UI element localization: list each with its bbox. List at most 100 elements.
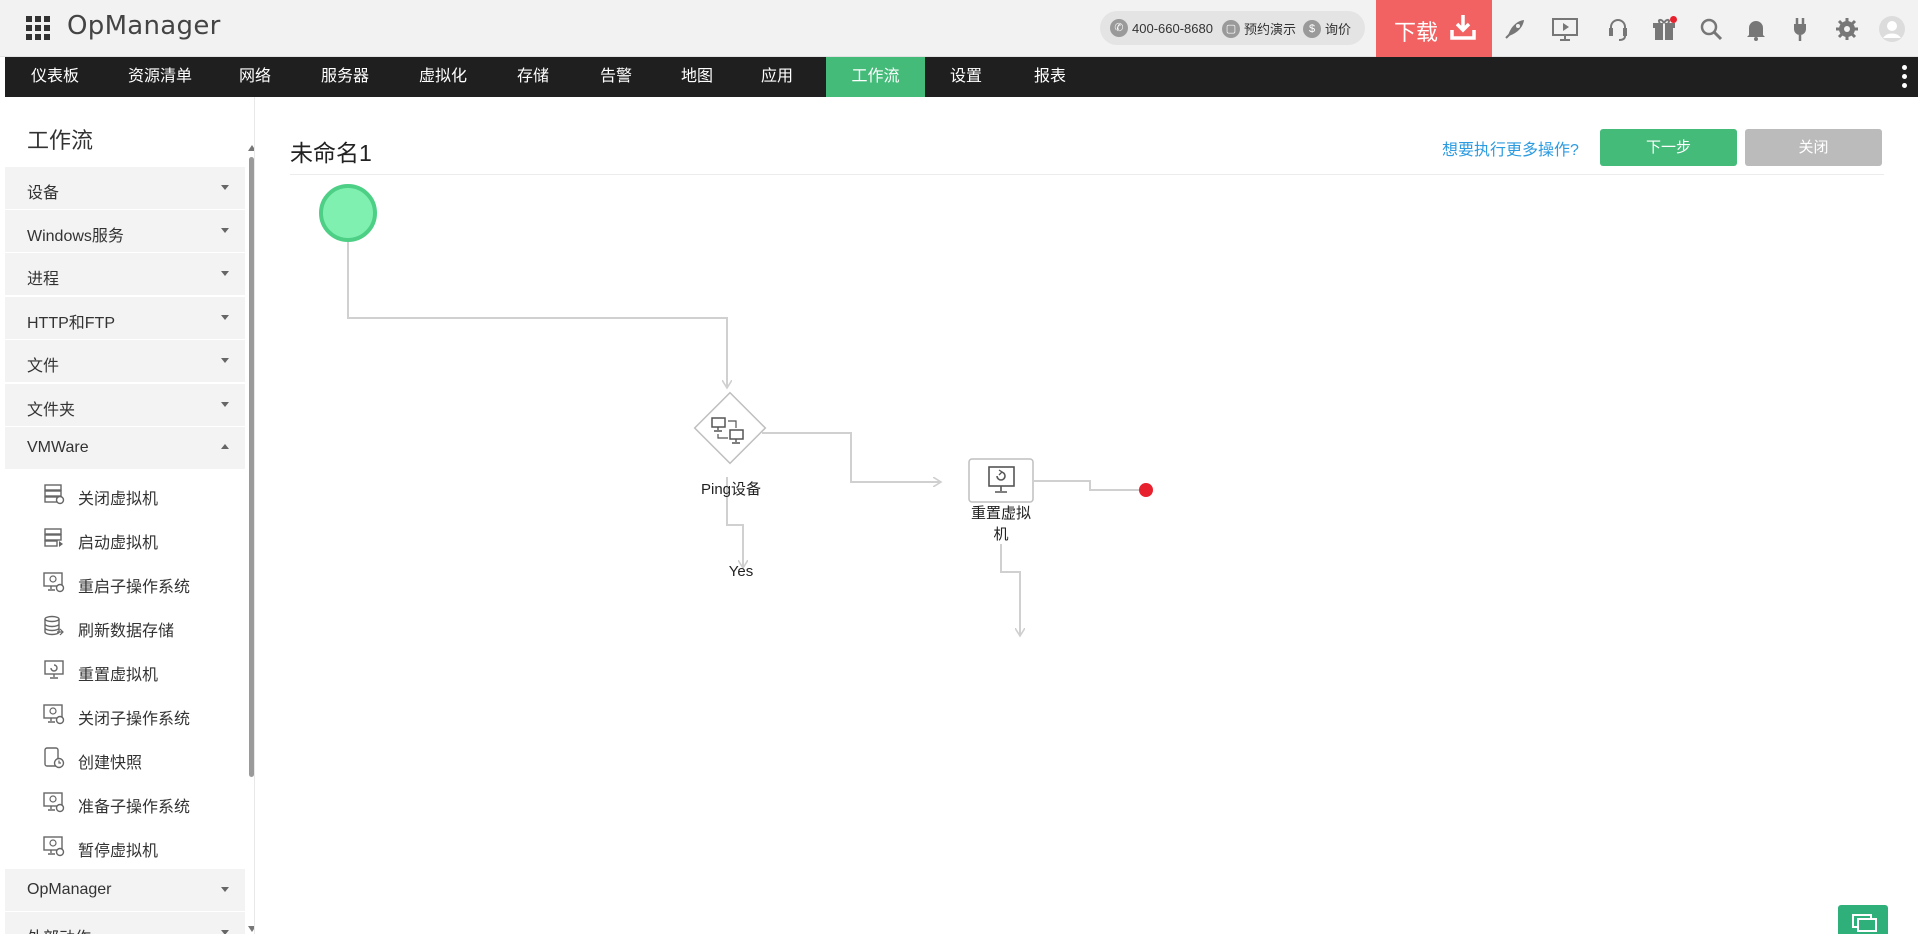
nav-inventory[interactable]: 资源清单 <box>105 57 215 97</box>
database-refresh-icon <box>44 615 64 636</box>
action-reset-vm[interactable]: 重置虚拟机 <box>35 650 245 690</box>
ping-node-label: Ping设备 <box>700 481 762 498</box>
action-label: 重置虚拟机 <box>78 667 159 684</box>
nav-settings[interactable]: 设置 <box>925 57 1007 97</box>
price-link[interactable]: $ 询价 <box>1303 19 1351 38</box>
scrollbar-thumb[interactable] <box>249 157 254 777</box>
workflow-sidebar: 工作流 设备 Windows服务 进程 HTTP和FTP 文件 文件夹 VMWa… <box>5 97 255 934</box>
chevron-down-icon <box>221 315 229 320</box>
nav-more-icon[interactable] <box>1902 65 1908 89</box>
sidebar-scrollbar[interactable] <box>247 145 254 934</box>
plug-icon[interactable] <box>1785 14 1815 44</box>
category-opmanager[interactable]: OpManager <box>5 869 245 911</box>
monitor-pause-icon <box>43 836 65 857</box>
download-icon <box>1450 15 1476 40</box>
app-grid-icon[interactable] <box>26 16 50 40</box>
action-suspend-vm[interactable]: 暂停虚拟机 <box>35 826 245 866</box>
start-node <box>319 184 377 242</box>
gift-icon[interactable] <box>1649 14 1679 44</box>
server-start-icon <box>44 528 63 547</box>
connector-reset-down <box>1000 544 1020 635</box>
chevron-down-icon <box>221 358 229 363</box>
reset-vm-node <box>968 458 1034 503</box>
yes-branch-label: Yes <box>728 563 754 580</box>
action-label: 刷新数据存储 <box>78 623 175 640</box>
action-power-off-vm[interactable]: 关闭虚拟机 <box>35 474 245 514</box>
action-power-on-vm[interactable]: 启动虚拟机 <box>35 518 245 558</box>
scroll-down-arrow-icon[interactable] <box>248 926 254 932</box>
action-label: 启动虚拟机 <box>78 535 159 552</box>
monitor-standby-icon <box>43 792 65 813</box>
action-label: 暂停虚拟机 <box>78 843 159 860</box>
gear-icon[interactable] <box>1832 14 1862 44</box>
chevron-down-icon <box>221 402 229 407</box>
category-label: 进程 <box>27 271 60 288</box>
contact-pill: ✆ 400-660-8680 ▢ 预约演示 $ 询价 <box>1100 11 1365 45</box>
action-restart-guest-os[interactable]: 重启子操作系统 <box>35 562 245 602</box>
phone-link[interactable]: ✆ 400-660-8680 <box>1110 19 1213 37</box>
nav-virtualization[interactable]: 虚拟化 <box>395 57 491 97</box>
action-create-snapshot[interactable]: 创建快照 <box>35 738 245 778</box>
action-standby-guest-os[interactable]: 准备子操作系统 <box>35 782 245 822</box>
nav-workflow[interactable]: 工作流 <box>826 57 925 97</box>
category-vmware[interactable]: VMWare <box>5 427 245 469</box>
action-label: 关闭子操作系统 <box>78 711 191 728</box>
nav-servers[interactable]: 服务器 <box>295 57 395 97</box>
phone-number: 400-660-8680 <box>1132 20 1213 36</box>
monitor-restart-icon <box>43 572 65 593</box>
bell-icon[interactable] <box>1741 14 1771 44</box>
end-node <box>1139 483 1153 497</box>
category-label: HTTP和FTP <box>27 315 115 332</box>
category-label: Windows服务 <box>27 228 124 245</box>
workflow-canvas[interactable] <box>256 97 1918 934</box>
workflow-editor: 未命名1 想要执行更多操作? 下一步 关闭 Ping设备 重置虚拟 机 Yes <box>256 97 1918 934</box>
category-external-actions[interactable]: 外部动作 <box>5 912 245 934</box>
chevron-up-icon <box>221 444 229 449</box>
monitor-reset-icon <box>44 660 64 679</box>
action-label: 准备子操作系统 <box>78 799 191 816</box>
nav-storage[interactable]: 存储 <box>491 57 575 97</box>
nav-apps[interactable]: 应用 <box>737 57 817 97</box>
search-icon[interactable] <box>1696 14 1726 44</box>
action-shutdown-guest-os[interactable]: 关闭子操作系统 <box>35 694 245 734</box>
action-label: 创建快照 <box>78 755 143 772</box>
rocket-icon[interactable] <box>1500 14 1530 44</box>
chevron-down-icon <box>221 930 229 934</box>
nav-network[interactable]: 网络 <box>215 57 295 97</box>
main-nav: 仪表板 资源清单 网络 服务器 虚拟化 存储 告警 地图 应用 工作流 设置 报… <box>5 57 1918 97</box>
chevron-down-icon <box>221 228 229 233</box>
chevron-down-icon <box>221 887 229 892</box>
video-demo-icon: ▢ <box>1222 19 1240 38</box>
demo-link[interactable]: ▢ 预约演示 <box>1222 19 1296 38</box>
nav-reports[interactable]: 报表 <box>1007 57 1093 97</box>
chat-button[interactable] <box>1838 905 1888 934</box>
phone-icon: ✆ <box>1110 19 1128 37</box>
presentation-icon[interactable] <box>1550 14 1580 44</box>
user-avatar-icon[interactable] <box>1877 14 1907 44</box>
category-label: 文件 <box>27 358 60 375</box>
action-refresh-datastore[interactable]: 刷新数据存储 <box>35 606 245 646</box>
nav-dashboard[interactable]: 仪表板 <box>5 57 105 97</box>
download-button[interactable]: 下载 <box>1376 0 1492 57</box>
sidebar-title: 工作流 <box>27 128 94 153</box>
action-label: 关闭虚拟机 <box>78 491 159 508</box>
app-title: OpManager <box>67 11 221 41</box>
nav-alarms[interactable]: 告警 <box>575 57 657 97</box>
connector-reset-to-end <box>1034 480 1141 491</box>
category-device[interactable]: 设备 <box>5 167 245 209</box>
server-power-icon <box>44 484 65 505</box>
category-folder[interactable]: 文件夹 <box>5 384 245 426</box>
category-process[interactable]: 进程 <box>5 253 245 295</box>
category-label: 外部动作 <box>27 924 91 934</box>
category-windows-service[interactable]: Windows服务 <box>5 210 245 252</box>
scroll-up-arrow-icon[interactable] <box>248 145 254 151</box>
category-label: VMWare <box>27 439 89 456</box>
demo-label: 预约演示 <box>1244 22 1297 37</box>
connector-start-to-ping <box>347 241 727 387</box>
connector-ping-to-reset <box>762 432 940 482</box>
category-file[interactable]: 文件 <box>5 340 245 382</box>
headset-support-icon[interactable] <box>1603 14 1633 44</box>
category-http-ftp[interactable]: HTTP和FTP <box>5 297 245 339</box>
monitor-shutdown-icon <box>43 704 65 725</box>
nav-maps[interactable]: 地图 <box>657 57 737 97</box>
